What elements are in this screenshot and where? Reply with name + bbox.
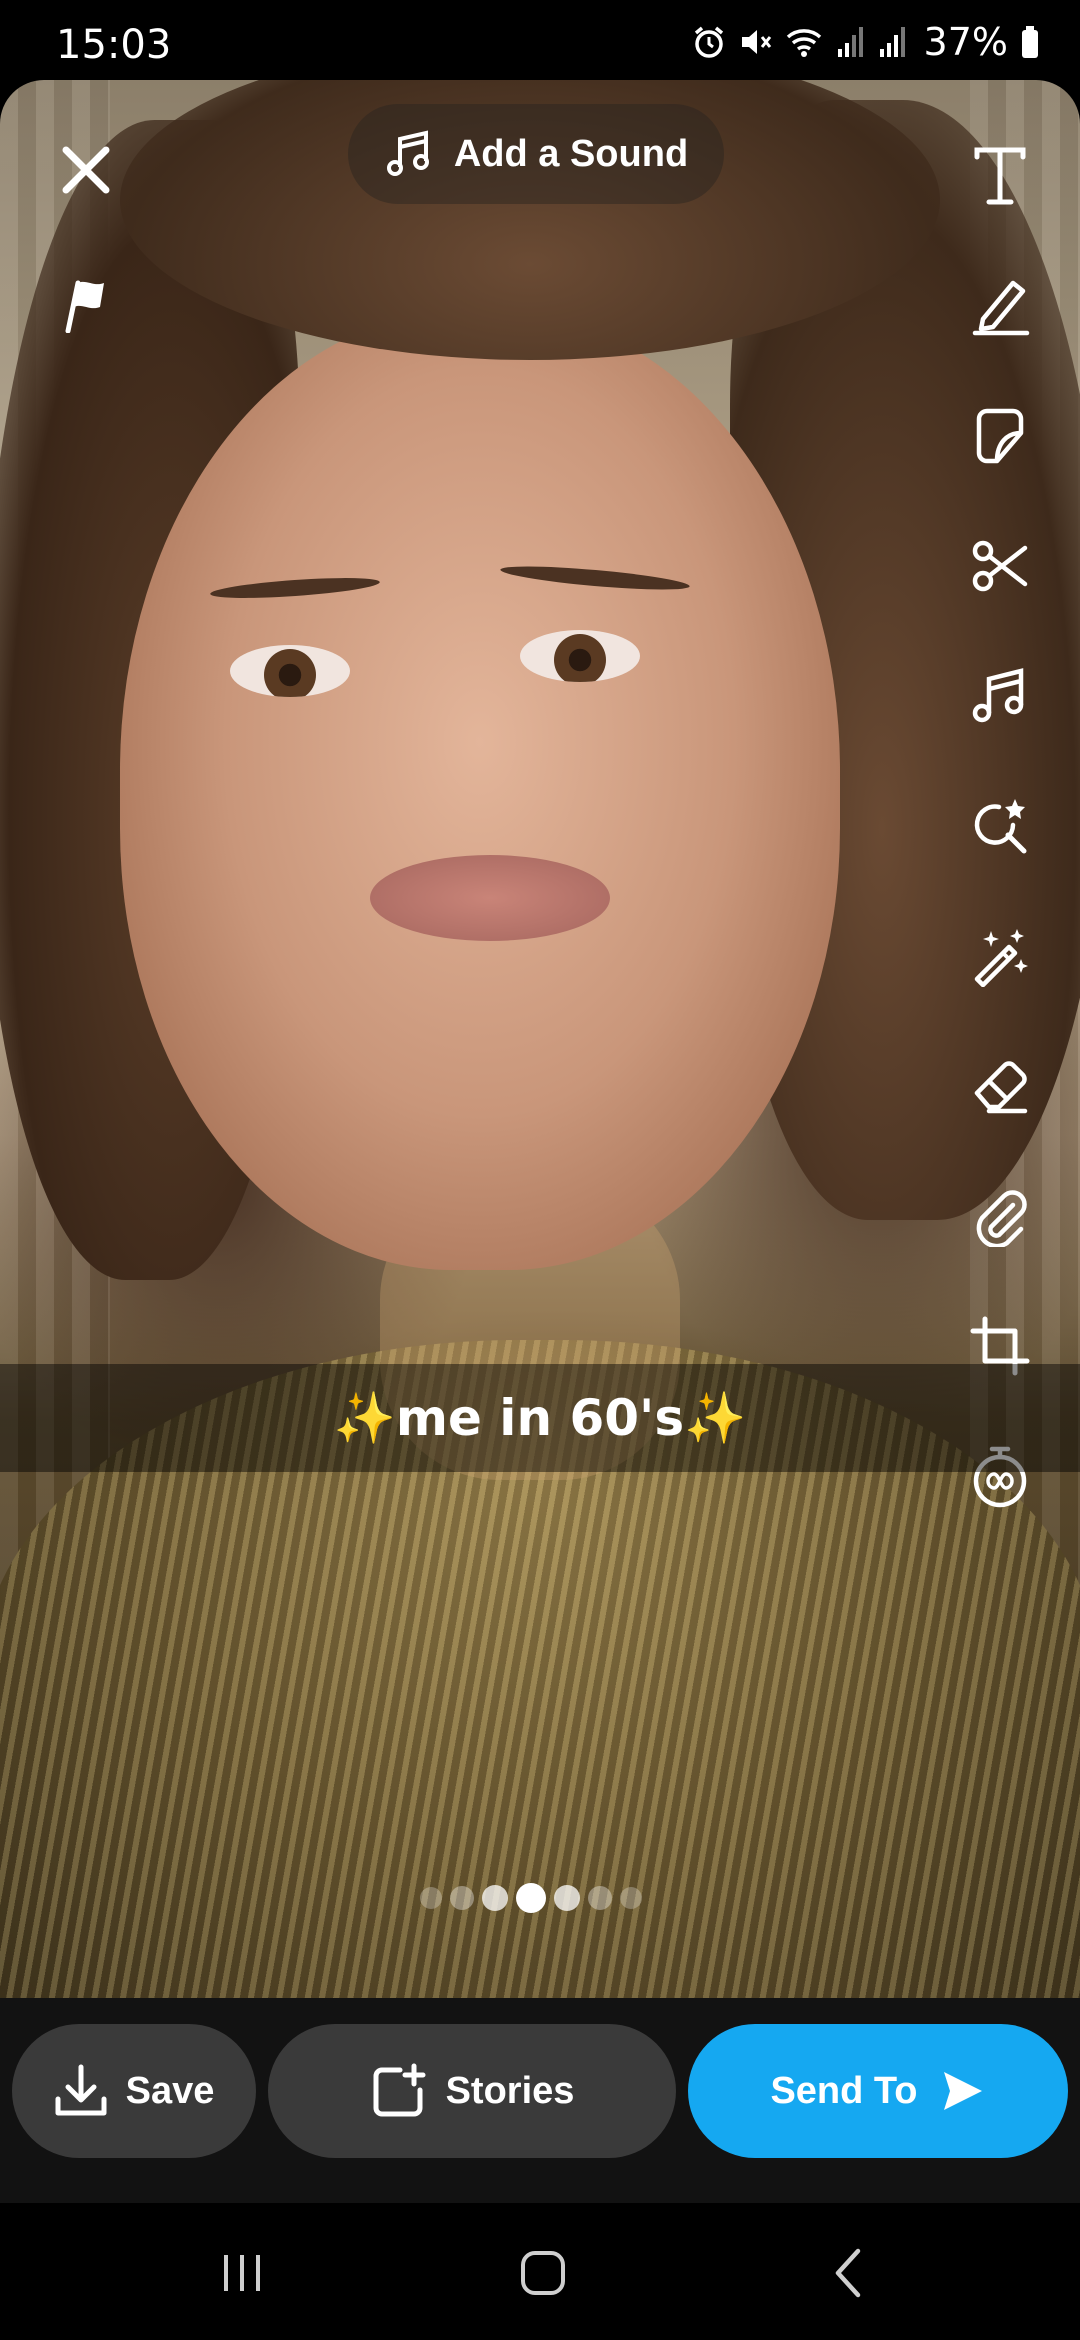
recents-icon bbox=[224, 2255, 260, 2291]
paperclip-icon bbox=[976, 1190, 1027, 1247]
right-eyebrow bbox=[499, 561, 691, 595]
close-icon bbox=[62, 146, 110, 194]
send-to-button[interactable]: Send To bbox=[688, 2024, 1068, 2158]
download-icon bbox=[55, 2064, 107, 2116]
add-sound-label: Add a Sound bbox=[453, 132, 689, 175]
home-button[interactable] bbox=[503, 2233, 583, 2313]
music-note-icon bbox=[386, 130, 429, 176]
close-button[interactable] bbox=[46, 130, 126, 210]
left-eyebrow bbox=[209, 574, 381, 602]
send-arrow-icon bbox=[943, 2072, 982, 2110]
battery-percentage: 37% bbox=[923, 20, 1008, 64]
page-dot bbox=[420, 1887, 442, 1909]
right-eye bbox=[520, 630, 640, 682]
add-sound-button[interactable]: Add a Sound bbox=[348, 104, 724, 204]
scissors-icon bbox=[972, 540, 1028, 592]
editing-toolbar bbox=[950, 126, 1050, 1556]
music-tool[interactable] bbox=[950, 646, 1050, 746]
face bbox=[120, 310, 840, 1270]
page-dot bbox=[482, 1885, 508, 1911]
battery-icon bbox=[1022, 26, 1038, 58]
page-dot-active bbox=[516, 1883, 546, 1913]
navigation-bar bbox=[0, 2203, 1080, 2340]
page-dot bbox=[450, 1886, 474, 1910]
save-button[interactable]: Save bbox=[12, 2024, 256, 2158]
status-bar: 15:03 37% bbox=[0, 0, 1080, 80]
stories-label: Stories bbox=[445, 2069, 575, 2112]
recents-button[interactable] bbox=[202, 2233, 282, 2313]
report-flag-button[interactable] bbox=[54, 270, 124, 340]
magic-wand-icon bbox=[974, 929, 1028, 987]
save-label: Save bbox=[125, 2069, 215, 2112]
page-dot bbox=[620, 1887, 642, 1909]
status-icons: 37% bbox=[692, 18, 1040, 66]
home-icon bbox=[521, 2251, 565, 2295]
scissors-tool[interactable] bbox=[950, 516, 1050, 616]
page-indicator bbox=[420, 1882, 642, 1914]
sticker-tool[interactable] bbox=[950, 386, 1050, 486]
flag-icon bbox=[65, 280, 104, 333]
sticker-icon bbox=[976, 408, 1024, 464]
signal-icon bbox=[879, 27, 905, 57]
caption-text: ✨me in 60's✨ bbox=[333, 1388, 747, 1447]
attachment-tool[interactable] bbox=[950, 1166, 1050, 1266]
action-bar: Save Stories Send To bbox=[0, 1998, 1080, 2203]
text-tool[interactable] bbox=[950, 126, 1050, 226]
add-story-icon bbox=[373, 2063, 426, 2117]
page-dot bbox=[588, 1886, 612, 1910]
send-to-label: Send To bbox=[770, 2069, 918, 2112]
eraser-icon bbox=[974, 1061, 1028, 1114]
lens-search-icon bbox=[974, 799, 1027, 854]
snap-photo[interactable] bbox=[0, 80, 1080, 1998]
signal-icon bbox=[837, 27, 863, 57]
draw-tool[interactable] bbox=[950, 256, 1050, 356]
caption-band[interactable]: ✨me in 60's✨ bbox=[0, 1364, 1080, 1472]
page-dot bbox=[554, 1885, 580, 1911]
lips bbox=[370, 855, 610, 941]
lens-search-tool[interactable] bbox=[950, 776, 1050, 876]
text-icon bbox=[974, 147, 1026, 205]
alarm-icon bbox=[694, 26, 723, 58]
magic-tool[interactable] bbox=[950, 906, 1050, 1006]
left-eye bbox=[230, 645, 350, 697]
stories-button[interactable]: Stories bbox=[268, 2024, 676, 2158]
back-button[interactable] bbox=[808, 2233, 888, 2313]
back-icon bbox=[835, 2248, 861, 2298]
wifi-icon bbox=[786, 29, 821, 57]
music-icon bbox=[972, 668, 1024, 723]
eraser-tool[interactable] bbox=[950, 1036, 1050, 1136]
status-time: 15:03 bbox=[56, 22, 172, 68]
mute-icon bbox=[741, 30, 771, 54]
pencil-icon bbox=[972, 280, 1030, 336]
